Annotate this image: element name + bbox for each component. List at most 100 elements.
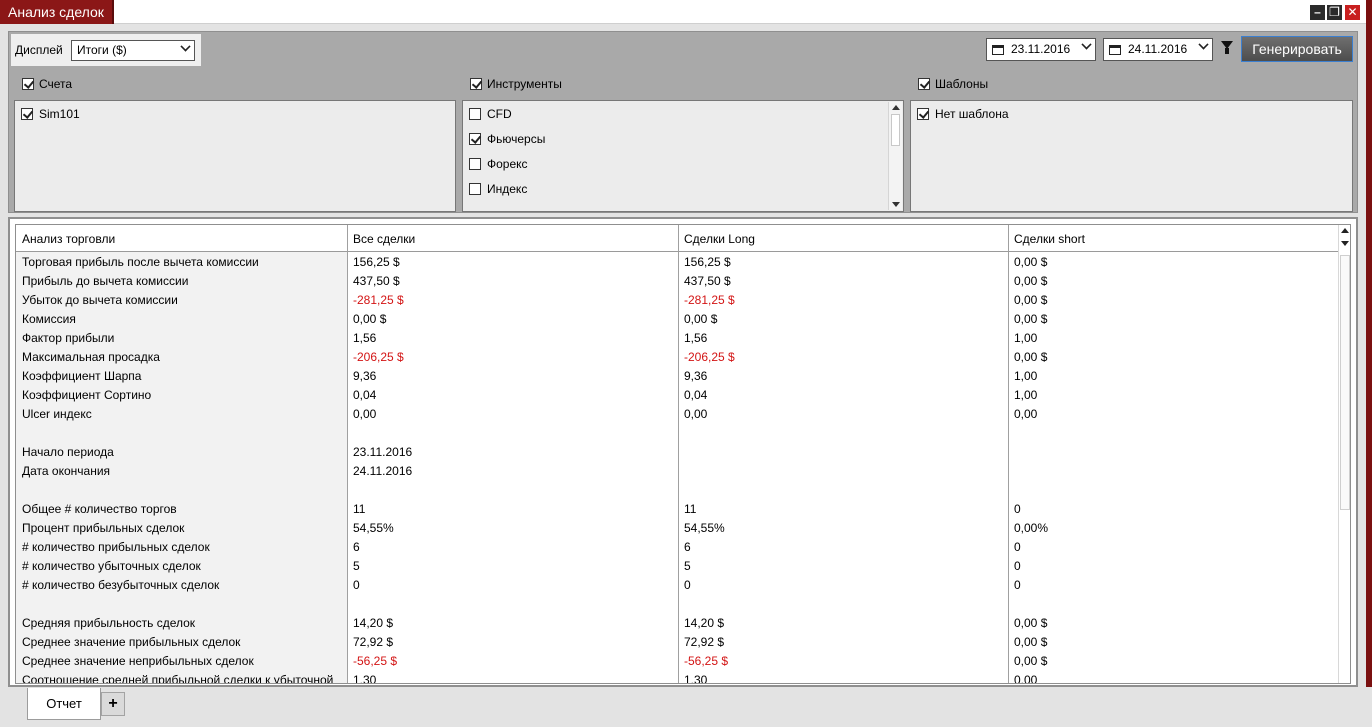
long-trades-value: 6 xyxy=(684,540,691,554)
table-row[interactable]: # количество прибыльных сделок 6 6 0 xyxy=(16,538,1338,557)
close-icon[interactable]: ✕ xyxy=(1345,5,1360,20)
table-row[interactable]: Максимальная просадка -206,25 $ -206,25 $ 0… xyxy=(16,348,1338,367)
all-trades-value: 156,25 $ xyxy=(353,255,400,269)
all-trades-value: 23.11.2016 xyxy=(353,445,413,459)
minimize-icon[interactable]: – xyxy=(1310,5,1325,20)
display-label: Дисплей xyxy=(15,43,63,57)
long-trades-value: 1,30 xyxy=(684,673,708,684)
short-trades-value: 0,00 xyxy=(1014,673,1038,684)
short-trades-value: 0 xyxy=(1014,502,1021,516)
header-long-trades[interactable]: Сделки Long xyxy=(684,232,755,246)
row-label: Процент прибыльных сделок xyxy=(22,521,185,535)
instrument-label: Форекс xyxy=(487,157,528,171)
long-trades-value: 0,00 $ xyxy=(684,312,718,326)
table-row[interactable]: Процент прибыльных сделок 54,55% 54,55% 0,0… xyxy=(16,519,1338,538)
table-row[interactable]: Среднее значение неприбыльных сделок -56,… xyxy=(16,652,1338,671)
column-divider[interactable] xyxy=(347,225,348,683)
table-row[interactable]: Среднее значение прибыльных сделок 72,92 … xyxy=(16,633,1338,652)
row-label: Ulcer индекс xyxy=(22,407,92,421)
instrument-checkbox[interactable] xyxy=(469,158,481,170)
table-row[interactable]: Убыток до вычета комиссии -281,25 $ -281,2… xyxy=(16,291,1338,310)
report-grid: Анализ торговли Все сделки Сделки Long С… xyxy=(8,217,1358,687)
long-trades-value: 72,92 $ xyxy=(684,635,725,649)
table-row[interactable]: Коэффициент Сортино 0,04 0,04 1,00 xyxy=(16,386,1338,405)
restore-icon[interactable]: ❐ xyxy=(1327,5,1342,20)
row-label: Торговая прибыль после вычета комиссии xyxy=(22,255,259,269)
table-row[interactable]: Прибыль до вычета комиссии 437,50 $ 437,50… xyxy=(16,272,1338,291)
account-checkbox[interactable] xyxy=(21,108,33,120)
row-label: Убыток до вычета комиссии xyxy=(22,293,178,307)
scroll-up-icon[interactable] xyxy=(892,105,900,110)
table-scrollbar[interactable] xyxy=(1338,225,1350,683)
date-from-value: 23.11.2016 xyxy=(1011,42,1071,56)
all-trades-value: 0,00 xyxy=(353,407,377,421)
date-from-picker[interactable]: 23.11.2016 xyxy=(986,38,1096,61)
table-row[interactable]: Коэффициент Шарпа 9,36 9,36 1,00 xyxy=(16,367,1338,386)
display-select[interactable]: Итоги ($) xyxy=(71,40,195,61)
scroll-down-icon[interactable] xyxy=(1341,241,1349,246)
calendar-icon xyxy=(1109,45,1121,55)
all-trades-value: 24.11.2016 xyxy=(353,464,413,478)
scroll-up-icon[interactable] xyxy=(1341,228,1349,233)
table-row[interactable]: Дата окончания 24.11.2016 xyxy=(16,462,1338,481)
header-all-trades[interactable]: Все сделки xyxy=(353,232,415,246)
all-trades-value: -206,25 $ xyxy=(353,350,404,364)
table-row[interactable] xyxy=(16,424,1338,443)
instruments-list: CFD Фьючерсы Форекс Индекс xyxy=(462,100,904,212)
template-label: Нет шаблона xyxy=(935,107,1009,121)
templates-checkbox[interactable] xyxy=(918,78,930,90)
add-tab-button[interactable]: + xyxy=(101,692,125,716)
short-trades-value: 0,00 $ xyxy=(1014,293,1048,307)
table-row[interactable]: Общее # количество торгов 11 11 0 xyxy=(16,500,1338,519)
all-trades-value: 14,20 $ xyxy=(353,616,394,630)
all-trades-value: 0,04 xyxy=(353,388,377,402)
column-divider[interactable] xyxy=(678,225,679,683)
table-row[interactable]: Соотношение средней прибыльной сделки к … xyxy=(16,671,1338,684)
display-select-value: Итоги ($) xyxy=(77,43,127,57)
account-label: Sim101 xyxy=(39,107,80,121)
all-trades-value: 72,92 $ xyxy=(353,635,394,649)
instrument-checkbox[interactable] xyxy=(469,133,481,145)
header-analysis[interactable]: Анализ торговли xyxy=(22,232,115,246)
table-row[interactable] xyxy=(16,481,1338,500)
display-group: Дисплей Итоги ($) xyxy=(11,34,201,66)
long-trades-value: 1,56 xyxy=(684,331,708,345)
column-divider[interactable] xyxy=(1008,225,1009,683)
scroll-thumb[interactable] xyxy=(1340,255,1350,510)
all-trades-value: -281,25 $ xyxy=(353,293,404,307)
chevron-down-icon xyxy=(1081,39,1092,50)
scroll-thumb[interactable] xyxy=(891,114,900,146)
short-trades-value: 0,00 $ xyxy=(1014,350,1048,364)
long-trades-value: 14,20 $ xyxy=(684,616,725,630)
instrument-checkbox[interactable] xyxy=(469,183,481,195)
table-header: Анализ торговли Все сделки Сделки Long С… xyxy=(16,225,1338,252)
calendar-icon xyxy=(992,45,1004,55)
table-row[interactable] xyxy=(16,595,1338,614)
table-row[interactable]: # количество безубыточных сделок 0 0 0 xyxy=(16,576,1338,595)
header-short-trades[interactable]: Сделки short xyxy=(1014,232,1085,246)
date-to-picker[interactable]: 24.11.2016 xyxy=(1103,38,1213,61)
template-checkbox[interactable] xyxy=(917,108,929,120)
table-row[interactable]: Средняя прибыльность сделок 14,20 $ 14,20 … xyxy=(16,614,1338,633)
instruments-scrollbar[interactable] xyxy=(888,102,902,210)
scroll-down-icon[interactable] xyxy=(892,202,900,207)
table-row[interactable]: # количество убыточных сделок 5 5 0 xyxy=(16,557,1338,576)
long-trades-value: 54,55% xyxy=(684,521,725,535)
chevron-down-icon xyxy=(180,41,191,52)
table-row[interactable]: Торговая прибыль после вычета комиссии 15… xyxy=(16,253,1338,272)
table-row[interactable]: Фактор прибыли 1,56 1,56 1,00 xyxy=(16,329,1338,348)
table-row[interactable]: Ulcer индекс 0,00 0,00 0,00 xyxy=(16,405,1338,424)
generate-button[interactable]: Генерировать xyxy=(1241,36,1353,62)
row-label: # количество прибыльных сделок xyxy=(22,540,210,554)
table-row[interactable]: Комиссия 0,00 $ 0,00 $ 0,00 $ xyxy=(16,310,1338,329)
long-trades-value: -56,25 $ xyxy=(684,654,729,668)
long-trades-value: 0,04 xyxy=(684,388,708,402)
tab-report[interactable]: Отчет xyxy=(27,688,101,720)
instruments-checkbox[interactable] xyxy=(470,78,482,90)
instrument-checkbox[interactable] xyxy=(469,108,481,120)
all-trades-value: 0,00 $ xyxy=(353,312,387,326)
long-trades-value: 437,50 $ xyxy=(684,274,731,288)
table-row[interactable]: Начало периода 23.11.2016 xyxy=(16,443,1338,462)
accounts-checkbox[interactable] xyxy=(22,78,34,90)
short-trades-value: 1,00 xyxy=(1014,388,1038,402)
